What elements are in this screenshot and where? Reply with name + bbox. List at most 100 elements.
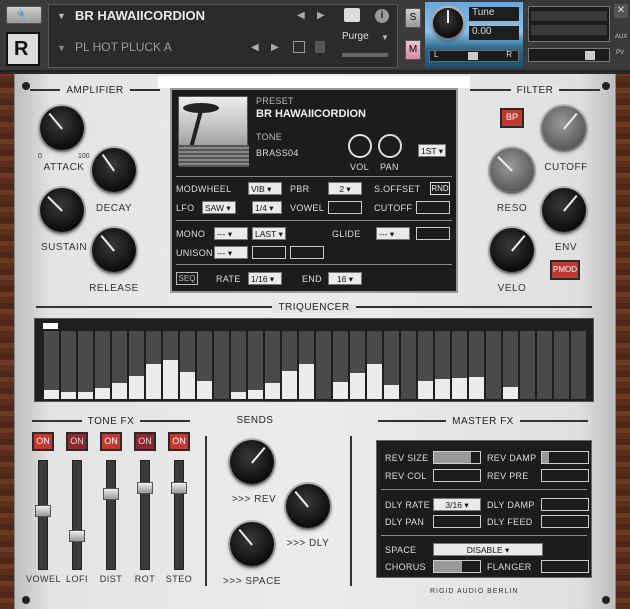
save-icon[interactable] [293, 41, 305, 53]
seq-button[interactable]: SEQ [176, 272, 198, 285]
sequencer-step[interactable] [129, 331, 144, 399]
sequencer-step[interactable] [146, 331, 161, 399]
rev-damp-slider[interactable] [541, 451, 589, 464]
velo-knob[interactable] [490, 228, 534, 272]
sequencer-step[interactable] [520, 331, 535, 399]
aux-label[interactable]: AUX [615, 34, 627, 40]
sequencer-step[interactable] [469, 331, 484, 399]
prev-preset-button[interactable]: ◀ [251, 42, 259, 53]
glide-dropdown[interactable]: --- ▾ [376, 227, 410, 240]
octave-dropdown[interactable]: 1ST ▾ [418, 144, 446, 157]
vol-knob[interactable] [348, 134, 372, 158]
dly-feed-slider[interactable] [541, 515, 589, 528]
sequencer-step[interactable] [537, 331, 552, 399]
reso-knob[interactable] [490, 148, 534, 192]
sequencer-step[interactable] [418, 331, 433, 399]
tonefx-fader-handle[interactable] [35, 505, 51, 517]
wrench-button[interactable]: 🔧 [6, 6, 42, 24]
unison-field-1[interactable] [252, 246, 286, 259]
sequencer-step[interactable] [248, 331, 263, 399]
tonefx-on-button-steo[interactable]: ON [168, 432, 190, 451]
sequencer-step[interactable] [61, 331, 76, 399]
release-knob[interactable] [92, 228, 136, 272]
info-icon[interactable]: i [375, 9, 389, 23]
tonefx-fader-handle[interactable] [103, 488, 119, 500]
sequencer-step[interactable] [44, 331, 59, 399]
cutoff-mod-field[interactable] [416, 201, 450, 214]
tune-knob[interactable] [433, 8, 463, 38]
lfo-wave-dropdown[interactable]: SAW ▾ [202, 201, 236, 214]
sequencer-step[interactable] [401, 331, 416, 399]
rnd-button[interactable]: RND [430, 182, 450, 195]
delete-icon[interactable] [315, 41, 325, 53]
sequencer-step[interactable] [486, 331, 501, 399]
unison-field-2[interactable] [290, 246, 324, 259]
modwheel-dropdown[interactable]: VIB ▾ [248, 182, 282, 195]
sequencer-step[interactable] [180, 331, 195, 399]
mono-mode-dropdown[interactable]: LAST ▾ [252, 227, 286, 240]
next-preset-button[interactable]: ▶ [271, 42, 279, 53]
decay-knob[interactable] [92, 148, 136, 192]
sequencer-step[interactable] [197, 331, 212, 399]
tonefx-fader-handle[interactable] [137, 482, 153, 494]
sustain-knob[interactable] [40, 188, 84, 232]
tonefx-on-button-vowel[interactable]: ON [32, 432, 54, 451]
step-sequencer[interactable] [34, 318, 594, 402]
dly-pan-slider[interactable] [433, 515, 481, 528]
next-instrument-button[interactable]: ▶ [317, 10, 325, 21]
dly-send-knob[interactable] [286, 484, 330, 528]
lfo-rate-dropdown[interactable]: 1/4 ▾ [252, 201, 282, 214]
sequencer-step[interactable] [231, 331, 246, 399]
sequencer-step[interactable] [265, 331, 280, 399]
bp-button[interactable]: BP [500, 108, 524, 128]
pv-label[interactable]: PV [616, 50, 624, 56]
sequencer-step[interactable] [163, 331, 178, 399]
pan-knob[interactable] [378, 134, 402, 158]
flanger-slider[interactable] [541, 560, 589, 573]
sequencer-step[interactable] [299, 331, 314, 399]
volume-handle[interactable] [585, 51, 595, 60]
sequencer-step[interactable] [452, 331, 467, 399]
attack-knob[interactable] [40, 106, 84, 150]
tune-value[interactable]: 0.00 [469, 26, 519, 40]
pbr-dropdown[interactable]: 2 ▾ [328, 182, 362, 195]
cutoff-knob[interactable] [542, 106, 586, 150]
sequencer-step[interactable] [384, 331, 399, 399]
mute-button[interactable]: M [405, 40, 421, 60]
sequencer-step[interactable] [350, 331, 365, 399]
seq-end-dropdown[interactable]: 16 ▾ [328, 272, 362, 285]
tonefx-fader-handle[interactable] [171, 482, 187, 494]
tonefx-on-button-dist[interactable]: ON [100, 432, 122, 451]
rev-size-slider[interactable] [433, 451, 481, 464]
rev-col-slider[interactable] [433, 469, 481, 482]
purge-menu[interactable]: Purge [342, 31, 369, 42]
instrument-menu-arrow[interactable]: ▼ [57, 11, 66, 21]
prev-instrument-button[interactable]: ◀ [297, 10, 305, 21]
instrument-name[interactable]: BR HAWAIICORDION [75, 8, 205, 23]
sequencer-step[interactable] [282, 331, 297, 399]
tonefx-on-button-lofi[interactable]: ON [66, 432, 88, 451]
tone-value[interactable]: BRASS04 [256, 148, 299, 158]
seq-rate-dropdown[interactable]: 1/16 ▾ [248, 272, 282, 285]
rev-send-knob[interactable] [230, 440, 274, 484]
mono-dropdown[interactable]: --- ▾ [214, 227, 248, 240]
vowel-field[interactable] [328, 201, 362, 214]
pmod-button[interactable]: PMOD [550, 260, 580, 280]
space-send-knob[interactable] [230, 522, 274, 566]
preset-name[interactable]: PL HOT PLUCK A [75, 40, 172, 54]
sequencer-step[interactable] [95, 331, 110, 399]
glide-field[interactable] [416, 227, 450, 240]
tonefx-on-button-rot[interactable]: ON [134, 432, 156, 451]
unison-dropdown[interactable]: --- ▾ [214, 246, 248, 259]
sequencer-step[interactable] [333, 331, 348, 399]
sequencer-step[interactable] [316, 331, 331, 399]
dly-damp-slider[interactable] [541, 498, 589, 511]
sequencer-step[interactable] [554, 331, 569, 399]
rev-pre-slider[interactable] [541, 469, 589, 482]
space-dropdown[interactable]: DISABLE ▾ [433, 543, 543, 556]
pan-slider[interactable]: L R [429, 50, 519, 62]
preset-menu-arrow[interactable]: ▼ [57, 43, 66, 53]
camera-icon[interactable] [344, 8, 360, 22]
sequencer-step[interactable] [78, 331, 93, 399]
sequencer-step[interactable] [571, 331, 586, 399]
